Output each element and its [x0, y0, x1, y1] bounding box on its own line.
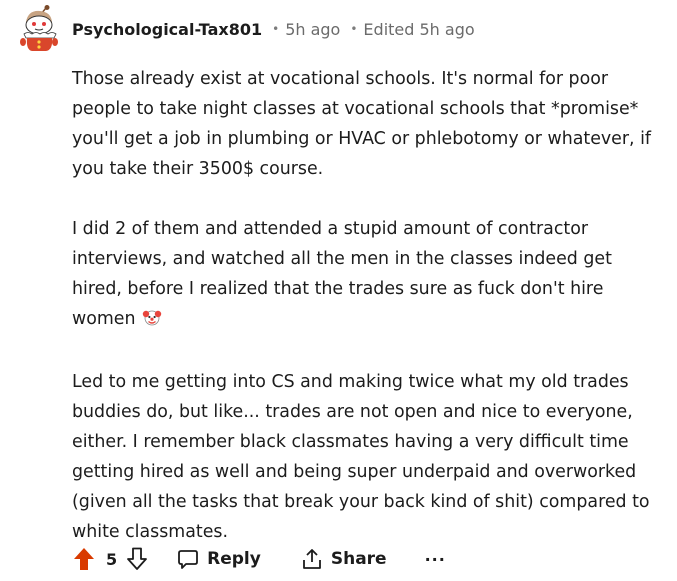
comment: Psychological-Tax801 • 5h ago • Edited 5…: [0, 0, 677, 581]
upvote-button[interactable]: [68, 543, 100, 575]
comment-timestamp[interactable]: 5h ago: [285, 20, 340, 39]
user-avatar[interactable]: [16, 4, 60, 52]
comment-body: Those already exist at vocational school…: [72, 64, 652, 547]
upvote-arrow-icon: [74, 548, 94, 570]
more-options-button[interactable]: ···: [425, 550, 446, 569]
edited-label: Edited 5h ago: [363, 19, 475, 39]
chat-bubble-icon: [178, 550, 199, 569]
comment-meta: Psychological-Tax801 • 5h ago • Edited 5…: [72, 16, 475, 42]
downvote-button[interactable]: [121, 543, 153, 575]
reply-button[interactable]: Reply: [171, 548, 267, 570]
author-username[interactable]: Psychological-Tax801: [72, 20, 262, 39]
clown-face-emoji-icon: [142, 307, 162, 337]
vote-score: 5: [106, 549, 118, 569]
comment-action-bar: 5 Reply Share ···: [68, 541, 446, 577]
share-upload-icon: [302, 549, 321, 569]
comment-paragraph: Those already exist at vocational school…: [72, 69, 652, 179]
share-button[interactable]: Share: [295, 548, 393, 570]
comment-paragraph: Led to me getting into CS and making twi…: [72, 372, 650, 542]
meta-separator: •: [272, 22, 280, 36]
reply-label: Reply: [207, 549, 261, 569]
comment-paragraph: I did 2 of them and attended a stupid am…: [72, 214, 652, 337]
share-label: Share: [330, 549, 387, 569]
snoo-avatar-icon: [20, 5, 58, 51]
meta-separator: •: [350, 22, 358, 36]
downvote-arrow-icon: [127, 547, 148, 570]
